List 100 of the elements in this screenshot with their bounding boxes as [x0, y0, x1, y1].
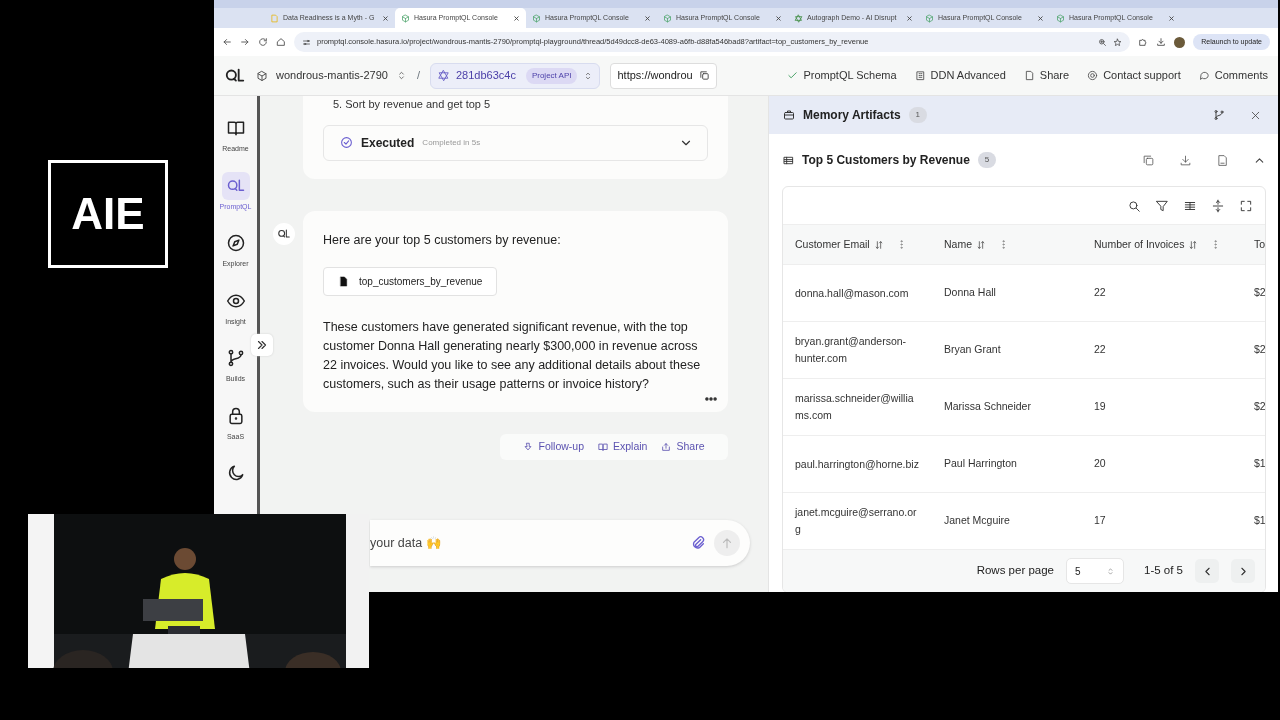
action-link[interactable]: Share: [661, 439, 705, 456]
column-header[interactable]: Name: [932, 236, 1082, 253]
reload-icon[interactable]: [258, 37, 268, 47]
compass-icon: [225, 233, 246, 253]
fullscreen-icon[interactable]: [1239, 198, 1253, 213]
search-icon[interactable]: [1127, 198, 1141, 213]
back-icon[interactable]: [222, 37, 232, 47]
star-of-david-icon: [436, 69, 450, 82]
slides-icon: [270, 13, 279, 23]
json-file-icon[interactable]: [1216, 153, 1229, 167]
panel-header: Memory Artifacts 1: [769, 96, 1278, 134]
header-link[interactable]: Contact support: [1087, 67, 1181, 84]
next-page-button[interactable]: [1231, 559, 1255, 583]
density-icon[interactable]: [1211, 198, 1225, 213]
site-settings-icon[interactable]: [302, 37, 311, 47]
close-icon[interactable]: [644, 14, 651, 22]
build-selector[interactable]: 281db63c4c Project API: [429, 62, 601, 89]
share-icon: [661, 442, 672, 453]
table-cell-text: Donna Hall: [943, 285, 997, 301]
count-badge: 1: [908, 107, 928, 123]
step-text: 5. Sort by revenue and get top 5: [333, 97, 492, 112]
rows-per-page-label: Rows per page: [976, 563, 1054, 579]
forward-icon[interactable]: [240, 37, 250, 47]
check-icon: [787, 70, 799, 81]
message-text: These customers have generated significant revenue, with the top customer Donna Hall generating nearly $300,000 in revenue across 22 invoices. Would you like to see any additional details about these customers, such as their usage patterns or invoice history?: [323, 319, 702, 394]
close-icon[interactable]: [382, 14, 389, 22]
download-icon[interactable]: [1156, 37, 1167, 47]
cube-icon: [256, 69, 268, 82]
file-icon: [338, 276, 349, 288]
count-badge: 5: [977, 152, 997, 168]
branch-icon[interactable]: [1213, 109, 1225, 121]
comment-icon: [1198, 70, 1210, 81]
action-link[interactable]: Follow-up: [523, 439, 584, 456]
table-cell-text: Paul Harrington: [943, 456, 1018, 472]
table-cell-text: donna.hall@mason.com: [794, 285, 910, 301]
home-icon[interactable]: [276, 37, 286, 47]
rows-per-page-select[interactable]: 5: [1066, 558, 1124, 584]
column-header[interactable]: Number of Invoices: [1082, 236, 1242, 253]
book-icon: [598, 442, 608, 453]
table-cell-text: marissa.schneider@williams.com: [794, 391, 915, 423]
close-icon[interactable]: [513, 14, 520, 22]
table-cell-text: $1: [1253, 456, 1265, 472]
chat-input[interactable]: your data 🙌: [370, 533, 682, 553]
endpoint-field[interactable]: https://wondrou: [610, 62, 717, 89]
table-cell-text: 17: [1093, 513, 1107, 529]
header-link[interactable]: DDN Advanced: [914, 67, 1006, 84]
close-icon[interactable]: [1168, 14, 1175, 22]
previous-page-button[interactable]: [1195, 559, 1219, 583]
table-cell-text: janet.mcguire@serrano.org: [793, 505, 918, 537]
zoom-icon[interactable]: [1098, 37, 1108, 47]
artifact-title: Top 5 Customers by Revenue: [802, 152, 970, 169]
paperclip-icon[interactable]: [690, 535, 706, 551]
table-cell-text: Janet Mcguire: [943, 513, 1011, 529]
header-link[interactable]: Share: [1023, 67, 1070, 84]
check-circle-icon: [340, 136, 353, 149]
close-icon[interactable]: [906, 14, 913, 22]
copy-icon[interactable]: [698, 70, 710, 81]
page-range: 1-5 of 5: [1144, 563, 1183, 579]
table-cell-text: 22: [1093, 285, 1107, 301]
header-link[interactable]: PromptQL Schema: [787, 67, 897, 84]
book-icon: [225, 118, 246, 138]
table-cell-text: 20: [1093, 456, 1107, 472]
action-link[interactable]: Explain: [598, 439, 648, 456]
table-icon: [783, 154, 794, 166]
building-icon: [914, 70, 926, 81]
table-cell-text: $1: [1253, 513, 1265, 529]
event-logo: AIE: [48, 160, 168, 268]
copy-icon[interactable]: [1142, 153, 1155, 167]
header-link[interactable]: Comments: [1198, 67, 1268, 84]
column-header[interactable]: Customer Email: [783, 236, 932, 253]
artifact-chip[interactable]: top_customers_by_revenue: [323, 267, 498, 297]
sort-icon: [873, 239, 884, 250]
sort-icon: [1188, 239, 1199, 250]
project-selector[interactable]: wondrous-mantis-2790: [256, 67, 407, 84]
profile-avatar[interactable]: [1174, 36, 1186, 48]
message-composer[interactable]: your data 🙌: [370, 520, 750, 566]
arrow-down-icon: [523, 442, 534, 453]
filter-icon[interactable]: [1155, 198, 1169, 213]
download-icon[interactable]: [1179, 153, 1192, 167]
close-icon[interactable]: [775, 14, 782, 22]
close-icon[interactable]: [1037, 14, 1044, 22]
api-badge: Project API: [525, 67, 578, 84]
table-cell-text: 19: [1093, 399, 1107, 415]
updown-icon: [1106, 566, 1115, 576]
table-cell-text: Marissa Schneider: [943, 399, 1032, 415]
lifebuoy-icon: [1087, 70, 1099, 81]
briefcase-icon: [783, 109, 795, 121]
document-icon: [1023, 70, 1035, 81]
separator: /: [416, 68, 420, 84]
sort-icon: [976, 239, 986, 250]
star-icon[interactable]: [1113, 37, 1123, 47]
table-cell-text: 22: [1093, 342, 1107, 358]
message-intro: Here are your top 5 customers by revenue:: [323, 231, 562, 249]
table-cell-text: $2: [1253, 342, 1265, 358]
column-header[interactable]: To: [1242, 236, 1265, 253]
table-cell-text: $2: [1253, 285, 1265, 301]
double-chevron-icon: [255, 338, 269, 352]
execution-status[interactable]: Executed Completed in 5s: [323, 124, 708, 161]
table-cell-text: $2: [1253, 399, 1265, 415]
expand-button[interactable]: [251, 334, 273, 356]
